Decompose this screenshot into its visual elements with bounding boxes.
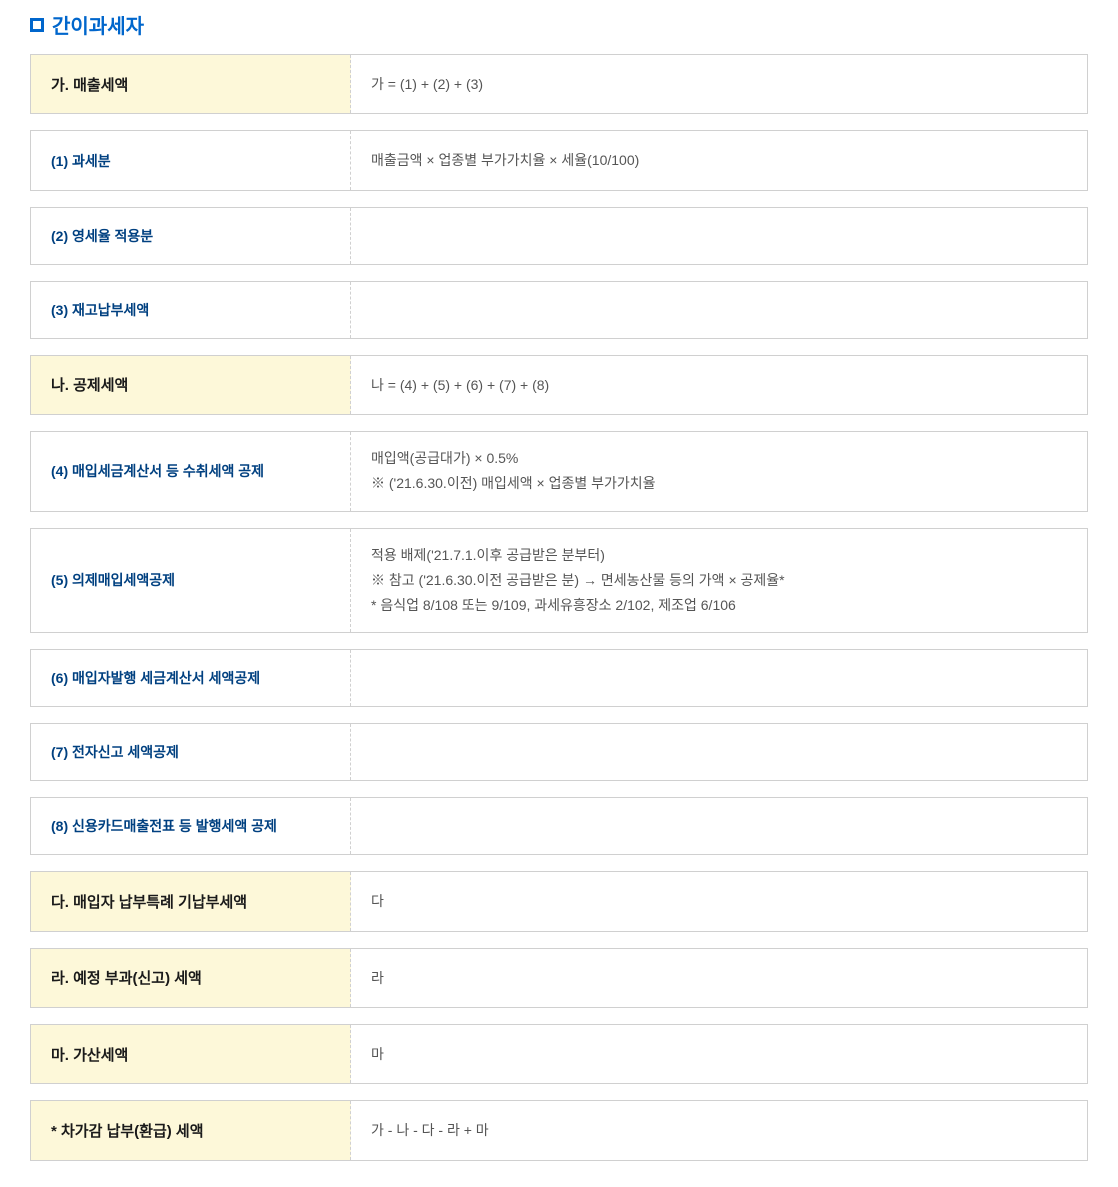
row-item8-value (351, 798, 1087, 854)
row-item4: (4) 매입세금계산서 등 수취세액 공제 매입액(공급대가) × 0.5% ※… (30, 431, 1088, 511)
row-item6: (6) 매입자발행 세금계산서 세액공제 (30, 649, 1088, 707)
row-ga-value: 가 = (1) + (2) + (3) (351, 55, 1087, 113)
row-item5-value: 적용 배제('21.7.1.이후 공급받은 분부터) ※ 참고 ('21.6.3… (351, 529, 1087, 633)
row-item1: (1) 과세분 매출금액 × 업종별 부가가치율 × 세율(10/100) (30, 130, 1088, 190)
row-final-value: 가 - 나 - 다 - 라 + 마 (351, 1101, 1087, 1159)
row-item2: (2) 영세율 적용분 (30, 207, 1088, 265)
row-ma-value: 마 (351, 1025, 1087, 1083)
row-da-label: 다. 매입자 납부특례 기납부세액 (31, 872, 351, 930)
row-ma: 마. 가산세액 마 (30, 1024, 1088, 1084)
row-item5: (5) 의제매입세액공제 적용 배제('21.7.1.이후 공급받은 분부터) … (30, 528, 1088, 634)
row-item3-value (351, 282, 1087, 338)
row-na-label: 나. 공제세액 (31, 356, 351, 414)
row-item5-line1: 적용 배제('21.7.1.이후 공급받은 분부터) (371, 543, 1067, 568)
row-da: 다. 매입자 납부특례 기납부세액 다 (30, 871, 1088, 931)
row-item6-label: (6) 매입자발행 세금계산서 세액공제 (31, 650, 351, 706)
row-ga-label: 가. 매출세액 (31, 55, 351, 113)
section-title: 간이과세자 (52, 10, 144, 39)
row-item4-line1: 매입액(공급대가) × 0.5% (371, 446, 1067, 471)
row-na-value: 나 = (4) + (5) + (6) + (7) + (8) (351, 356, 1087, 414)
row-ra: 라. 예정 부과(신고) 세액 라 (30, 948, 1088, 1008)
row-item7: (7) 전자신고 세액공제 (30, 723, 1088, 781)
row-ra-value: 라 (351, 949, 1087, 1007)
row-item3: (3) 재고납부세액 (30, 281, 1088, 339)
row-item4-value: 매입액(공급대가) × 0.5% ※ ('21.6.30.이전) 매입세액 × … (351, 432, 1087, 510)
row-item2-value (351, 208, 1087, 264)
row-na: 나. 공제세액 나 = (4) + (5) + (6) + (7) + (8) (30, 355, 1088, 415)
row-ga: 가. 매출세액 가 = (1) + (2) + (3) (30, 54, 1088, 114)
section-header: 간이과세자 (30, 10, 1088, 39)
row-item1-label: (1) 과세분 (31, 131, 351, 189)
row-item4-line2: ※ ('21.6.30.이전) 매입세액 × 업종별 부가가치율 (371, 471, 1067, 496)
row-item5-line2: ※ 참고 ('21.6.30.이전 공급받은 분) → 면세농산물 등의 가액 … (371, 568, 1067, 593)
row-ma-label: 마. 가산세액 (31, 1025, 351, 1083)
row-item7-value (351, 724, 1087, 780)
row-item4-label: (4) 매입세금계산서 등 수취세액 공제 (31, 432, 351, 510)
row-final-label: * 차가감 납부(환급) 세액 (31, 1101, 351, 1159)
row-da-value: 다 (351, 872, 1087, 930)
row-final: * 차가감 납부(환급) 세액 가 - 나 - 다 - 라 + 마 (30, 1100, 1088, 1160)
row-item3-label: (3) 재고납부세액 (31, 282, 351, 338)
row-item1-value: 매출금액 × 업종별 부가가치율 × 세율(10/100) (351, 131, 1087, 189)
row-ra-label: 라. 예정 부과(신고) 세액 (31, 949, 351, 1007)
row-item5-label: (5) 의제매입세액공제 (31, 529, 351, 633)
row-item8-label: (8) 신용카드매출전표 등 발행세액 공제 (31, 798, 351, 854)
row-item2-label: (2) 영세율 적용분 (31, 208, 351, 264)
row-item5-line3: * 음식업 8/108 또는 9/109, 과세유흥장소 2/102, 제조업 … (371, 593, 1067, 618)
square-bullet-icon (30, 18, 44, 32)
row-item7-label: (7) 전자신고 세액공제 (31, 724, 351, 780)
row-item8: (8) 신용카드매출전표 등 발행세액 공제 (30, 797, 1088, 855)
row-item6-value (351, 650, 1087, 706)
